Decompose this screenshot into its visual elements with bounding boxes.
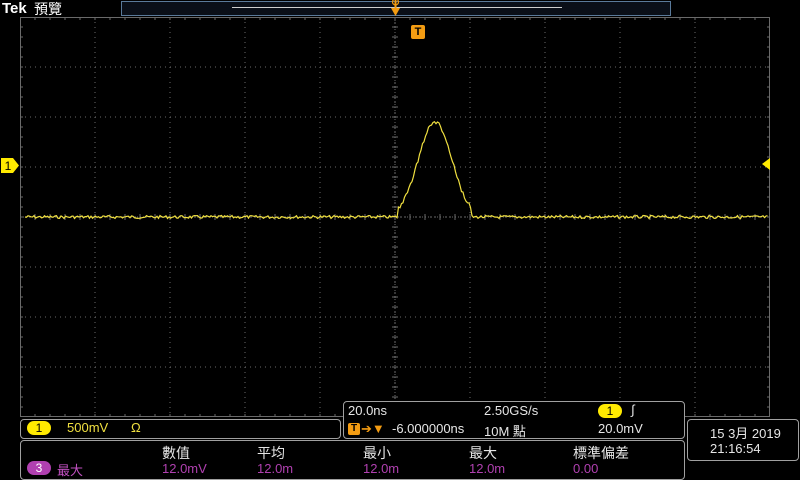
- meas-mean: 12.0m: [257, 461, 294, 476]
- measurement-panel[interactable]: 3 最大 數值 平均 最小 最大 標準偏差 12.0mV 12.0m 12.0m…: [20, 440, 685, 480]
- time-text: 21:16:54: [710, 441, 761, 456]
- trigger-slope-icon: ∫: [631, 402, 635, 417]
- sample-rate: 2.50GS/s: [484, 403, 539, 418]
- horizontal-readout[interactable]: 20.0ns 2.50GS/s 1 ∫ T ➔▼ -6.000000ns 10M…: [343, 401, 685, 439]
- trigger-marker[interactable]: T: [411, 25, 425, 39]
- meas-stddev: 0.00: [573, 461, 599, 476]
- meas-header-mean: 平均: [257, 445, 285, 461]
- meas-header-min: 最小: [363, 445, 391, 461]
- meas-header-stddev: 標準偏差: [573, 445, 629, 461]
- meas-value: 12.0mV: [162, 461, 207, 476]
- datetime-display[interactable]: 15 3月 2019 21:16:54: [687, 419, 799, 461]
- trigger-level: 20.0mV: [598, 421, 643, 436]
- ch1-waveform-trace: [24, 121, 768, 220]
- ch1-marker-label: 1: [5, 159, 12, 173]
- measurement-source-badge: 3: [27, 461, 51, 475]
- delay-arrow-icon: ➔▼: [361, 421, 385, 436]
- trigger-level-icon[interactable]: [760, 158, 770, 170]
- horizontal-delay: -6.000000ns: [392, 421, 465, 436]
- ch1-scale: 500mV: [67, 420, 109, 435]
- delay-trigger-icon: T: [348, 423, 360, 435]
- channel-readout[interactable]: 1 500mV Ω: [20, 419, 341, 439]
- meas-min: 12.0m: [363, 461, 400, 476]
- ch1-coupling: Ω: [131, 420, 141, 435]
- meas-header-max: 最大: [469, 445, 497, 461]
- timebase-value: 20.0ns: [348, 403, 388, 418]
- meas-header-value: 數值: [162, 445, 190, 461]
- ch1-badge: 1: [27, 421, 51, 435]
- date-text: 15 3月 2019: [710, 426, 781, 441]
- waveform-graticule[interactable]: [20, 17, 770, 417]
- meas-max: 12.0m: [469, 461, 506, 476]
- trigger-source-badge: 1: [598, 404, 622, 418]
- record-length: 10M 點: [484, 424, 526, 439]
- ch1-ground-marker[interactable]: 1: [0, 157, 20, 174]
- brand-logo: Tek: [2, 0, 27, 17]
- measurement-label: 最大: [57, 463, 84, 478]
- acquisition-mode: 預覽: [34, 1, 62, 17]
